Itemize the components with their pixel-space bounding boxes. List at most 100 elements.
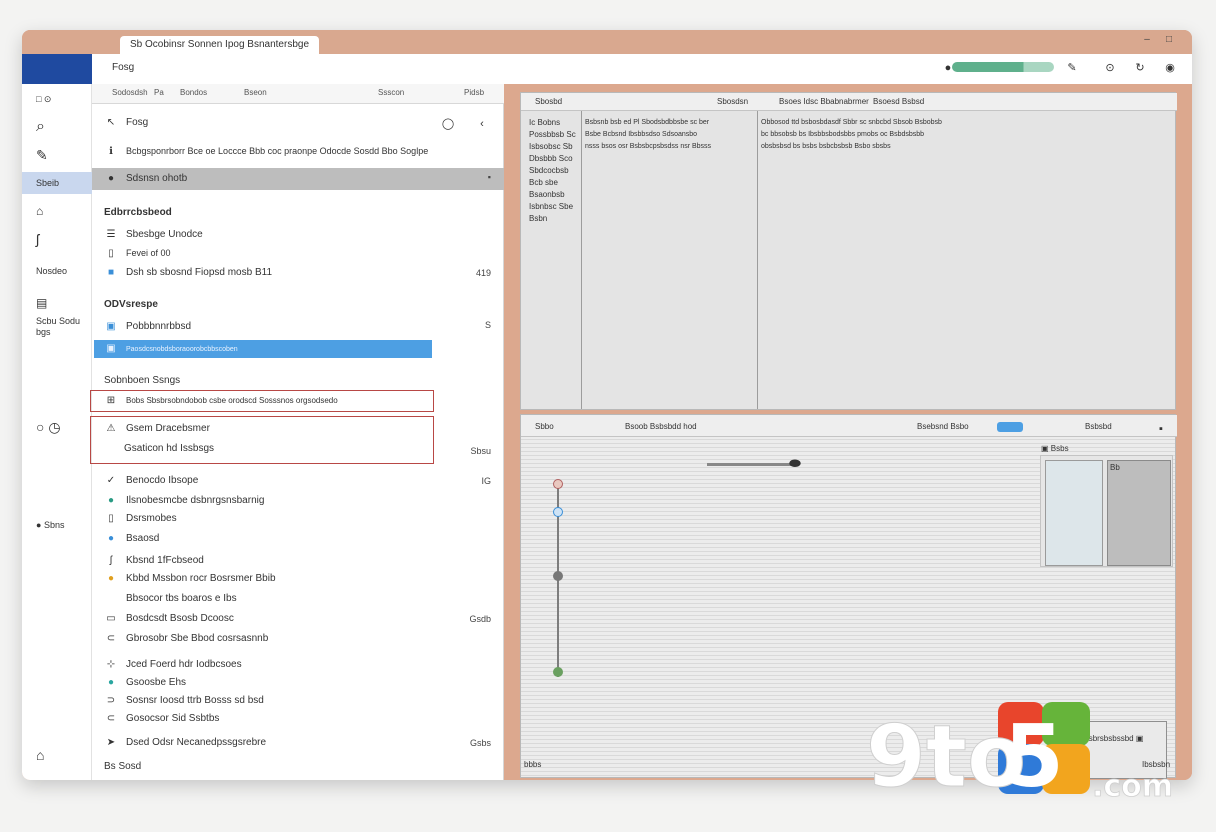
- close-icon[interactable]: □: [1162, 34, 1176, 45]
- table-col-1[interactable]: Sbosbd: [535, 97, 562, 106]
- alert-icon: ⚠: [106, 423, 116, 434]
- list-item[interactable]: ⊹ Jced Foerd hdr Iodbcsoes: [104, 656, 494, 674]
- list-item[interactable]: ✓ Benocdo Ibsope: [104, 472, 494, 490]
- list-item[interactable]: ➤ Dsed Odsr Necanedpssgsrebre: [104, 734, 494, 752]
- settings-icon[interactable]: ⊙: [1102, 60, 1118, 76]
- chevron-left-icon[interactable]: ‹: [474, 116, 490, 132]
- preview-area: Sbosbd Sbosdsn Bsoes Idsc Bbabnabrmer Bs…: [512, 84, 1192, 780]
- clock-icon[interactable]: ○ ◷: [22, 416, 92, 438]
- table-cell-col1: Ic Bobns Possbbsb Sc Isbsobsc Sb Dbsbbb …: [529, 118, 576, 223]
- info-icon: ℹ: [109, 146, 113, 157]
- timeline-pill-blue[interactable]: [997, 422, 1023, 432]
- list-item[interactable]: Bbsocor tbs boaros e Ibs: [104, 590, 494, 608]
- status-bar: bbbs Ibsbsbn: [512, 754, 1192, 780]
- list-item[interactable]: Bs Sosd: [104, 758, 494, 776]
- table-col-2[interactable]: Sbosdsn: [717, 97, 748, 106]
- table-cell-col2: Bsbsnb bsb ed Pl Sbodsbdbbsbe sc ber Bsb…: [585, 119, 712, 150]
- column-divider: [757, 111, 758, 409]
- list-item[interactable]: ▯ Dsrsmobes: [104, 510, 494, 528]
- minimize-icon[interactable]: –: [1140, 34, 1154, 45]
- attachment-icon[interactable]: ✎: [1064, 60, 1080, 76]
- rail-item-2[interactable]: Nosdeo: [22, 260, 92, 282]
- table-col-3[interactable]: Bsoes Idsc Bbabnabrmer: [779, 97, 869, 106]
- table-header: Sbosbd Sbosdsn Bsoes Idsc Bbabnabrmer Bs…: [521, 93, 1177, 111]
- slider-knob-top[interactable]: [553, 479, 563, 489]
- panel-tab-5[interactable]: Ssscon: [378, 88, 404, 97]
- slider-knob-bottom[interactable]: [553, 667, 563, 677]
- section-title-2: ODVsrespe: [104, 299, 158, 310]
- list-item[interactable]: ■ Dsh sb sbosnd Fiopsd mosb B11: [104, 264, 494, 282]
- selected-row[interactable]: ● Sdsnsn ohotb: [104, 170, 494, 188]
- pin-icon: ↖: [106, 117, 116, 128]
- expand-icon[interactable]: ▪: [1153, 421, 1169, 437]
- panel-tab-6[interactable]: Pidsb: [464, 88, 484, 97]
- brand-stripe: [22, 54, 92, 84]
- panel-tab-3[interactable]: Bondos: [180, 88, 207, 97]
- hook-icon[interactable]: ʃ: [22, 228, 92, 250]
- top-bar: Fosg ● ✎ ⊙ ↻ ◉: [92, 54, 1192, 84]
- table-col-4[interactable]: Bsoesd Bsbsd: [873, 97, 924, 106]
- back-icon[interactable]: □ ⊙: [22, 88, 92, 110]
- thumbnail-a[interactable]: [1045, 460, 1103, 566]
- boxed-title[interactable]: ⚠ Gsem Dracebsmer: [104, 420, 494, 438]
- pen-icon[interactable]: ✎: [22, 144, 92, 166]
- help-icon[interactable]: ◉: [1162, 60, 1178, 76]
- boxed-meta: Sbsu: [470, 446, 491, 456]
- sync-icon[interactable]: ↻: [1132, 60, 1148, 76]
- list-panel: Sodosdsh Pa Bondos Bseon Ssscon Pidsb ↖ F…: [90, 84, 504, 780]
- folder-icon: ■: [107, 267, 115, 278]
- row-meta: Gsbs: [469, 738, 491, 748]
- panel-header: Sodosdsh Pa Bondos Bseon Ssscon Pidsb: [92, 84, 504, 104]
- pill-icon: ⊂: [106, 633, 116, 644]
- list-item[interactable]: ● Kbbd Mssbon rocr Bosrsmer Bbib: [104, 570, 494, 588]
- color-icon: ●: [107, 677, 115, 688]
- link-icon: ʃ: [109, 555, 113, 566]
- panel-title: ↖ Fosg: [104, 114, 494, 132]
- list-item[interactable]: ● Bsaosd: [104, 530, 494, 548]
- thumbnail-b[interactable]: Bb: [1107, 460, 1171, 566]
- panel-tab-4[interactable]: Bseon: [244, 88, 267, 97]
- list-item[interactable]: ▯ Fevei of 00: [104, 244, 494, 262]
- file-icon[interactable]: ▤: [22, 292, 92, 314]
- rail-item-4[interactable]: ● Sbns: [22, 514, 92, 536]
- search-icon[interactable]: ⌕: [22, 116, 92, 138]
- panel-tab-1[interactable]: Sodosdsh: [112, 88, 148, 97]
- top-bar-label: Fosg: [112, 62, 135, 73]
- link-icon: ⊃: [106, 695, 116, 706]
- row-meta: S: [484, 320, 491, 330]
- thumbnail-group: Bb: [1040, 455, 1173, 567]
- list-item[interactable]: ● Ilsnobesmcbe dsbnrgsnsbarnig: [104, 492, 494, 510]
- playhead-icon[interactable]: ⬬: [787, 455, 803, 471]
- star-icon: ●: [107, 573, 115, 584]
- list-item[interactable]: ⊂ Gosocsor Sid Ssbtbs: [104, 710, 494, 728]
- selected-row-icon[interactable]: ▪: [488, 172, 491, 182]
- status-left: bbbs: [524, 760, 542, 769]
- tab-main[interactable]: Sb Ocobinsr Sonnen Ipog Bsnantersbge: [120, 36, 320, 54]
- home-icon[interactable]: ⌂: [22, 200, 92, 222]
- list-item[interactable]: ▣ Pobbbnnrbbsd: [104, 318, 494, 336]
- list-item[interactable]: ʃ Kbsnd 1fFcbseod: [104, 552, 494, 570]
- panel-description: ℹ Bcbgsponrborr Bce oe Loccce Bbb coc pra…: [104, 142, 494, 160]
- slider-knob-blue[interactable]: [553, 507, 563, 517]
- section-title-3: Sobnboen Ssngs: [104, 375, 181, 386]
- rail-item-3[interactable]: Scbu Sodu bgs: [22, 316, 92, 338]
- list-item[interactable]: ☰ Sbesbge Unodce: [104, 226, 494, 244]
- boxed-row[interactable]: ⊞ Bobs Sbsbrsobndobob csbe orodscd Sosssn…: [104, 392, 494, 410]
- table-cell-col3: Obbosod ttd bsbosbdasdf Sbbr sc snbcbd S…: [761, 119, 942, 150]
- refresh-icon[interactable]: ◯: [440, 116, 456, 132]
- list-item[interactable]: ⊃ Sosnsr Ioosd ttrb Bosss sd bsd: [104, 692, 494, 710]
- image-icon: ▣: [106, 343, 116, 354]
- list-icon: ☰: [106, 229, 116, 240]
- list-item[interactable]: ● Gsoosbe Ehs: [104, 674, 494, 692]
- panel-tab-2[interactable]: Pa: [154, 88, 164, 97]
- side-label: ▣ Bsbs: [1041, 444, 1069, 453]
- account-icon[interactable]: ⌂: [22, 744, 92, 766]
- list-item[interactable]: ▭ Bosdcsdt Bsosb Dcoosc: [104, 610, 494, 628]
- highlighted-row[interactable]: ▣ Paosdcsnobdsboraoorobcbbscoben: [104, 340, 494, 358]
- slider-knob-mid[interactable]: [553, 571, 563, 581]
- app-window: Sb Ocobinsr Sonnen Ipog Bsnantersbge – □…: [22, 30, 1192, 780]
- doc-icon: ▯: [108, 513, 114, 524]
- rail-item-selected[interactable]: Sbeib: [22, 172, 92, 194]
- column-divider: [581, 111, 582, 409]
- list-item[interactable]: ⊂ Gbrosobr Sbe Bbod cosrsasnnb: [104, 630, 494, 648]
